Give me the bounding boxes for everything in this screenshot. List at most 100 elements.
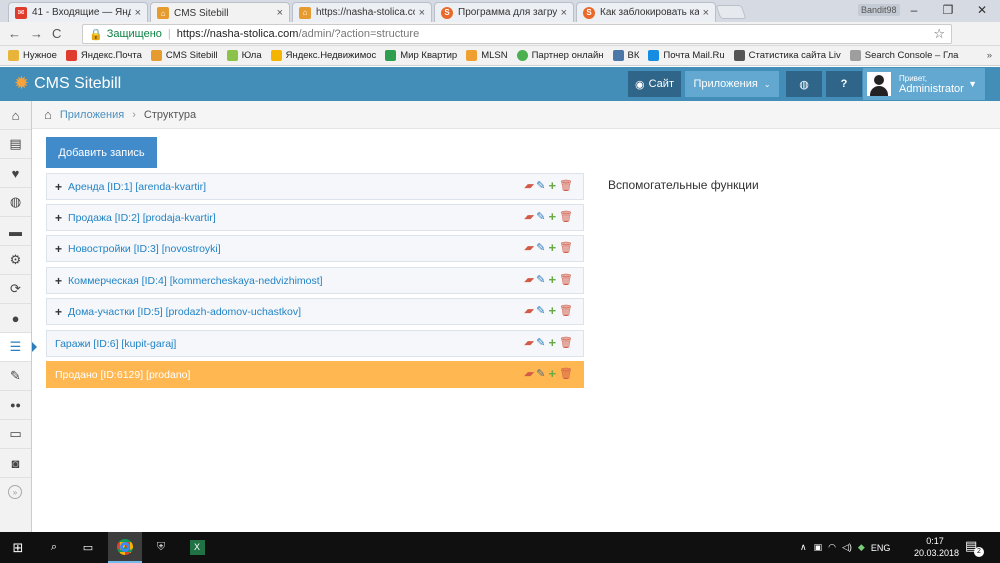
url-input[interactable]: 🔒 Защищено | https://nasha-stolica.com/a… [82, 24, 952, 44]
add-record-button[interactable]: Добавить запись [46, 137, 157, 168]
bookmark-item[interactable]: Мир Квартир [385, 50, 457, 61]
site-button[interactable]: ◉ Сайт [628, 71, 681, 97]
sidebar-item-home[interactable]: ⌂ [0, 101, 31, 130]
minimize-icon[interactable]: – [904, 3, 924, 17]
trash-icon[interactable]: 🗑 [559, 274, 573, 286]
pencil-icon[interactable]: ✎ [536, 242, 545, 254]
row-label[interactable]: Новостройки [ID:3] [novostroyki] [68, 243, 221, 255]
pencil-icon[interactable]: ✎ [536, 211, 545, 223]
bookmark-star-icon[interactable]: ☆ [933, 26, 945, 42]
sidebar-item-book[interactable]: ▤ [0, 130, 31, 159]
add-child-icon[interactable]: + [548, 273, 556, 286]
expand-icon[interactable]: + [55, 211, 62, 225]
bookmark-item[interactable]: MLSN [466, 50, 508, 61]
structure-row[interactable]: + Новостройки [ID:3] [novostroyki] ▰ ✎ +… [46, 235, 584, 262]
eraser-icon[interactable]: ▰ [523, 368, 536, 380]
close-tab-icon[interactable]: × [277, 7, 283, 19]
eraser-icon[interactable]: ▰ [523, 180, 536, 192]
taskbar-game[interactable]: ⛨ [144, 532, 178, 563]
back-icon[interactable]: ← [8, 26, 21, 41]
add-child-icon[interactable]: + [548, 367, 556, 380]
app-logo[interactable]: ✹ CMS Sitebill [14, 73, 121, 94]
sidebar-item-refresh[interactable]: ⟳ [0, 275, 31, 304]
clock[interactable]: 0:17 20.03.2018 [914, 535, 959, 559]
bookmark-item[interactable]: Статистика сайта Liv [733, 50, 841, 61]
trash-icon[interactable]: 🗑 [559, 337, 573, 349]
notifications-button[interactable]: ▤ 2 [965, 538, 984, 557]
trash-icon[interactable]: 🗑 [559, 368, 573, 380]
close-tab-icon[interactable]: × [561, 7, 567, 19]
browser-tab-cms[interactable]: ⌂ CMS Sitebill × [150, 2, 290, 23]
pencil-icon[interactable]: ✎ [536, 180, 545, 192]
eraser-icon[interactable]: ▰ [523, 242, 536, 254]
home-icon[interactable]: ⌂ [44, 107, 52, 122]
task-view-button[interactable]: ▭ [72, 532, 104, 563]
taskbar-chrome[interactable] [108, 532, 142, 563]
bookmarks-overflow-icon[interactable]: » [987, 50, 992, 61]
row-label[interactable]: Коммерческая [ID:4] [kommercheskaya-nedv… [68, 275, 323, 287]
sidebar-item-user[interactable]: ● [0, 304, 31, 333]
reload-icon[interactable]: C [52, 26, 61, 41]
browser-tab-mail[interactable]: ✉ 41 - Входящие — Яндек × [8, 2, 148, 22]
sidebar-item-structure[interactable]: ☰ [0, 333, 37, 362]
sidebar-item-edit[interactable]: ✎ [0, 362, 31, 391]
pencil-icon[interactable]: ✎ [536, 305, 545, 317]
browser-tab-program[interactable]: S Программа для загрузки × [434, 2, 574, 22]
apps-dropdown-button[interactable]: Приложения ⌄ [685, 71, 779, 97]
sidebar-item-monitor[interactable]: ▭ [0, 420, 31, 449]
app-tray-icon[interactable]: ◆ [858, 542, 865, 553]
add-child-icon[interactable]: + [548, 336, 556, 349]
row-label[interactable]: Гаражи [ID:6] [kupit-garaj] [55, 338, 176, 350]
pencil-icon[interactable]: ✎ [536, 274, 545, 286]
user-menu[interactable]: Привет, Administrator ▼ [863, 68, 985, 100]
bookmark-item[interactable]: Почта Mail.Ru [648, 50, 725, 61]
trash-icon[interactable]: 🗑 [559, 242, 573, 254]
expand-icon[interactable]: + [55, 242, 62, 256]
row-label[interactable]: Аренда [ID:1] [arenda-kvartir] [68, 181, 206, 193]
help-button[interactable]: ? [826, 71, 862, 97]
sidebar-item-settings[interactable]: ⚙ [0, 246, 31, 275]
close-tab-icon[interactable]: × [419, 7, 425, 19]
add-child-icon[interactable]: + [548, 210, 556, 223]
bookmark-item[interactable]: CMS Sitebill [150, 50, 218, 61]
language-indicator[interactable]: ENG [871, 543, 891, 553]
new-tab-button[interactable] [715, 5, 747, 19]
breadcrumb-link-apps[interactable]: Приложения [60, 109, 124, 121]
structure-row[interactable]: + Продажа [ID:2] [prodaja-kvartir] ▰ ✎ +… [46, 204, 584, 231]
structure-row[interactable]: + Дома-участки [ID:5] [prodazh-adomov-uc… [46, 298, 584, 325]
close-tab-icon[interactable]: × [703, 7, 709, 19]
bookmark-item[interactable]: Яндекс.Почта [65, 50, 142, 61]
trash-icon[interactable]: 🗑 [559, 305, 573, 317]
sidebar-item-globe[interactable]: ◍ [0, 188, 31, 217]
row-label[interactable]: Продано [ID:6129] [prodano] [55, 369, 190, 381]
bookmark-item[interactable]: Партнер онлайн [516, 50, 604, 61]
search-button[interactable]: ⌕ [40, 532, 68, 563]
eraser-icon[interactable]: ▰ [523, 211, 536, 223]
taskbar-excel[interactable]: X [180, 532, 214, 563]
eraser-icon[interactable]: ▰ [523, 274, 536, 286]
add-child-icon[interactable]: + [548, 241, 556, 254]
expand-icon[interactable]: + [55, 305, 62, 319]
network-icon[interactable]: ▣ [814, 542, 823, 553]
wifi-icon[interactable]: ◠ [828, 542, 836, 553]
pencil-icon[interactable]: ✎ [536, 368, 545, 380]
close-window-icon[interactable]: ✕ [972, 3, 992, 17]
trash-icon[interactable]: 🗑 [559, 211, 573, 223]
structure-row-highlighted[interactable]: Продано [ID:6129] [prodano] ▰ ✎ + 🗑 [46, 361, 584, 388]
bookmark-item[interactable]: Нужное [8, 50, 57, 61]
browser-tab-site[interactable]: ⌂ https://nasha-stolica.com × [292, 2, 432, 22]
close-tab-icon[interactable]: × [135, 7, 141, 19]
trash-icon[interactable]: 🗑 [559, 180, 573, 192]
bookmark-item[interactable]: Яндекс.Недвижимос [270, 50, 376, 61]
sidebar-item-favorites[interactable]: ♥ [0, 159, 31, 188]
bookmark-item[interactable]: ВК [612, 50, 639, 61]
window-user-badge[interactable]: Bandit98 [858, 4, 900, 16]
expand-icon[interactable]: + [55, 180, 62, 194]
add-child-icon[interactable]: + [548, 304, 556, 317]
chevron-up-icon[interactable]: ∧ [800, 542, 807, 553]
bookmark-item[interactable]: Юла [226, 50, 262, 61]
row-label[interactable]: Дома-участки [ID:5] [prodazh-adomov-ucha… [68, 306, 301, 318]
eraser-icon[interactable]: ▰ [523, 305, 536, 317]
pencil-icon[interactable]: ✎ [536, 337, 545, 349]
eraser-icon[interactable]: ▰ [523, 337, 536, 349]
